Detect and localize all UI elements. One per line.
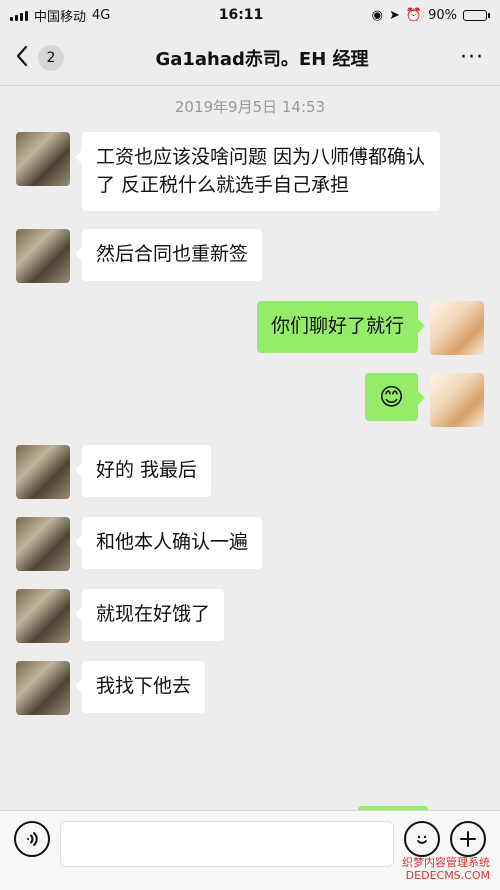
emoji-message[interactable]: 😊 [364,373,426,422]
watermark: 织梦内容管理系统 DEDECMS.COM [402,856,490,882]
message-row: 就现在好饿了 [0,589,500,644]
message-row: 工资也应该没啥问题 因为八师傅都确认了 反正税什么就选手自己承担 [0,132,500,212]
chat-input-bar: 织梦内容管理系统 DEDECMS.COM [0,810,500,890]
back-button[interactable]: 2 [16,44,64,71]
watermark-line-1: 织梦内容管理系统 [402,855,490,869]
avatar[interactable] [16,661,70,716]
status-right: ◉ ➤ ⏰ 90% [372,8,490,23]
more-button[interactable]: ··· [460,45,484,70]
voice-icon[interactable] [14,821,50,857]
carrier-name: 中国移动 [34,9,87,25]
message-row: 我找下他去 [0,661,500,716]
message-input[interactable] [60,821,394,867]
chat-header: 2 Ga1ahad赤司。EH 经理 ··· [0,30,500,86]
battery-icon [462,9,490,21]
message-bubble[interactable]: 就现在好饿了 [74,589,225,641]
avatar[interactable] [430,373,484,428]
chevron-left-icon [16,45,28,71]
chat-title: Ga1ahad赤司。EH 经理 [155,48,369,70]
alarm-icon: ⏰ [405,7,423,23]
chat-area[interactable]: 2019年9月5日 14:53 工资也应该没啥问题 因为八师傅都确认了 反正税什… [0,86,500,811]
message-row: 好的 我最后 [0,445,500,500]
status-time: 16:11 [218,7,264,23]
message-bubble[interactable]: 好的 我最后 [74,445,212,497]
message-row: 你们聊好了就行 [0,301,500,356]
plus-icon[interactable] [450,821,486,857]
emoji-icon[interactable] [404,821,440,857]
avatar[interactable] [16,445,70,500]
network-type: 4G [92,7,111,23]
message-row: 和他本人确认一遍 [0,517,500,572]
location-icon: ➤ [388,7,400,23]
avatar[interactable] [16,229,70,284]
avatar[interactable] [16,132,70,186]
message-bubble[interactable]: 和他本人确认一遍 [74,517,263,569]
lock-rotation-icon: ◉ [371,7,383,23]
avatar[interactable] [16,589,70,644]
message-bubble[interactable]: 然后合同也重新签 [74,229,263,281]
signal-icon [10,9,28,21]
battery-percent: 90% [428,7,457,23]
avatar[interactable] [430,301,484,356]
message-bubble[interactable]: 工资也应该没啥问题 因为八师傅都确认了 反正税什么就选手自己承担 [75,132,440,212]
message-row: 😊 [0,373,500,428]
unread-badge: 2 [38,44,64,71]
message-row: 然后合同也重新签 [0,229,500,284]
status-left: 中国移动 4G [10,6,110,25]
message-bubble[interactable]: 我找下他去 [74,661,206,713]
watermark-line-2: DEDECMS.COM [405,868,490,882]
message-timestamp: 2019年9月5日 14:53 [174,98,326,116]
avatar[interactable] [16,517,70,572]
status-bar: 中国移动 4G 16:11 ◉ ➤ ⏰ 90% [0,0,500,30]
message-bubble[interactable]: 你们聊好了就行 [256,301,426,353]
